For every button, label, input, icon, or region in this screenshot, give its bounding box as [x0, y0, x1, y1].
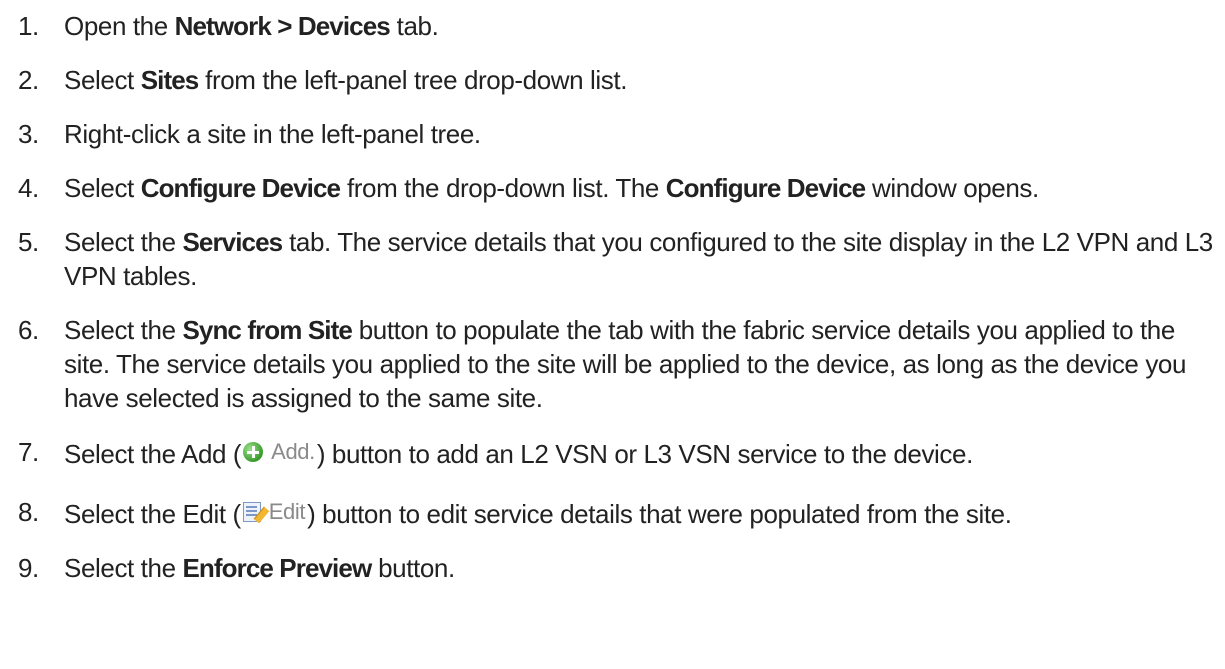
step-text: ) button to add an L2 VSN or L3 VSN serv… [316, 439, 973, 469]
step-text: from the left-panel tree drop-down list. [198, 65, 628, 95]
step-text: Select the Add ( [64, 439, 242, 469]
step-number: 3. [18, 119, 39, 149]
add-button-label: Add. [271, 439, 315, 464]
step-number: 7. [18, 437, 39, 467]
step-text: Right-click a site in the left-panel tre… [64, 119, 481, 149]
step-text: Select the [64, 227, 183, 257]
ui-term-enforce-preview: Enforce Preview [182, 553, 372, 583]
edit-button-label: Edit [268, 499, 306, 524]
step-number: 9. [18, 553, 39, 583]
ui-term-sites: Sites [140, 65, 200, 95]
ui-term-configure-device: Configure Device [665, 173, 866, 203]
step-6: 6. Select the Sync from Site button to po… [18, 313, 1223, 415]
step-text: Select the Edit ( [64, 499, 241, 529]
ui-term-sync-from-site: Sync from Site [182, 315, 352, 345]
step-9: 9. Select the Enforce Preview button. [18, 551, 1223, 585]
step-number: 6. [18, 315, 39, 345]
step-8: 8. Select the Edit ( Edit) button to edit … [18, 491, 1223, 535]
step-text: window opens. [865, 173, 1039, 203]
add-icon [243, 442, 264, 462]
ui-term-configure-device: Configure Device [140, 173, 341, 203]
step-text: tab. [389, 11, 439, 41]
step-2: 2. Select Sites from the left-panel tree … [18, 63, 1223, 97]
step-number: 8. [18, 497, 39, 527]
step-text: Select the [64, 315, 183, 345]
add-button-image: Add. [241, 435, 317, 469]
step-4: 4. Select Configure Device from the drop-… [18, 171, 1223, 205]
step-1: 1. Open the Network > Devices tab. [18, 9, 1223, 43]
step-text: from the drop-down list. The [340, 173, 666, 203]
step-text: ) button to edit service details that we… [307, 499, 1012, 529]
step-number: 5. [18, 227, 39, 257]
ui-term-services: Services [182, 227, 283, 257]
step-text: Open the [64, 11, 175, 41]
procedure-step-list: 1. Open the Network > Devices tab. 2. Sele… [18, 0, 1223, 585]
step-text: button. [371, 553, 455, 583]
step-text: Select [64, 65, 141, 95]
step-number: 1. [18, 11, 39, 41]
step-text: Select [64, 173, 141, 203]
ui-path-network-devices: Network > Devices [174, 11, 391, 41]
step-number: 2. [18, 65, 39, 95]
step-7: 7. Select the Add ( Add.) button to add an… [18, 435, 1223, 471]
step-3: 3. Right-click a site in the left-panel t… [18, 117, 1223, 151]
step-number: 4. [18, 173, 39, 203]
step-text: Select the [64, 553, 183, 583]
edit-icon [242, 502, 261, 522]
step-5: 5. Select the Services tab. The service d… [18, 225, 1223, 293]
edit-button-image: Edit [241, 491, 307, 533]
